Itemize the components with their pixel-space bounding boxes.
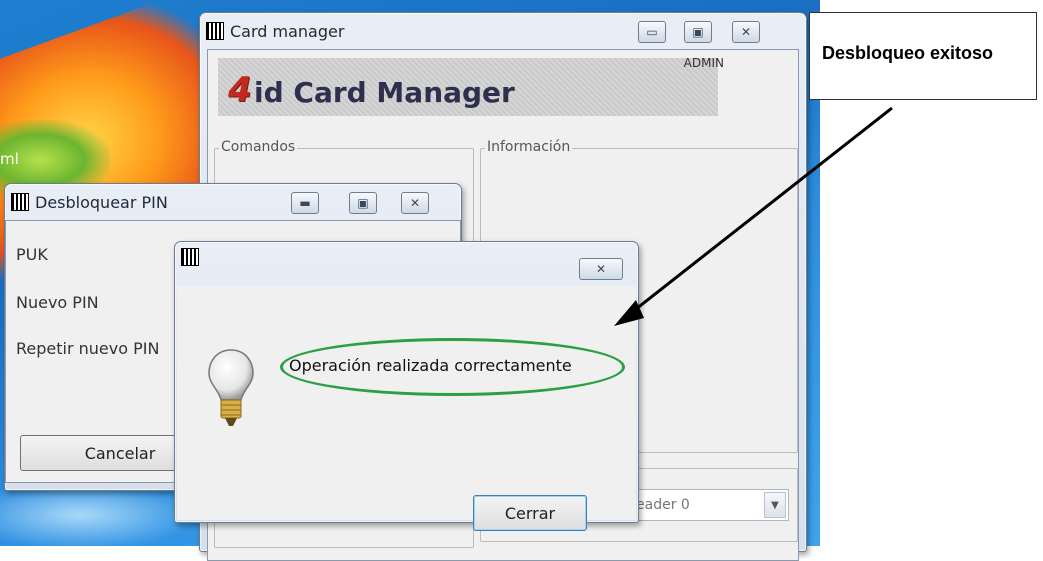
logo-text: id Card Manager (254, 76, 515, 109)
window-title: Desbloquear PIN (35, 192, 168, 212)
close-button[interactable]: ✕ (401, 192, 429, 214)
app-icon (206, 22, 224, 40)
commands-legend: Comandos (219, 139, 298, 155)
app-icon (11, 193, 29, 211)
close-dialog-button-label: Cerrar (504, 503, 556, 523)
close-button[interactable]: ✕ (732, 21, 760, 43)
logo-banner: 4 id Card Manager ADMIN (218, 56, 724, 116)
card-manager-titlebar[interactable]: Card manager (200, 13, 806, 49)
message-titlebar[interactable] (175, 242, 638, 272)
role-label: ADMIN (683, 56, 724, 70)
maximize-icon: ▣ (692, 25, 704, 39)
close-icon: ✕ (409, 196, 421, 210)
close-icon: ✕ (595, 262, 607, 276)
window-title: Card manager (230, 21, 345, 41)
unlock-pin-titlebar[interactable]: Desbloquear PIN (5, 184, 461, 220)
minimize-icon: ▬ (299, 196, 311, 210)
puk-label: PUK (16, 245, 48, 264)
app-icon (181, 248, 199, 266)
callout-text: Desbloqueo exitoso (822, 43, 994, 63)
annotation-callout: Desbloqueo exitoso (809, 12, 1037, 100)
message-client: Operación realizada correctamente Cerrar (177, 286, 636, 531)
close-icon: ✕ (740, 25, 752, 39)
lightbulb-icon (208, 349, 254, 426)
minimize-button[interactable]: ▭ (638, 21, 666, 43)
minimize-button[interactable]: ▬ (291, 192, 319, 214)
chevron-down-icon[interactable]: ▼ (764, 492, 786, 518)
message-text: Operación realizada correctamente (289, 356, 572, 375)
message-dialog: ✕ Operación realizada correctamente Cerr… (174, 241, 639, 531)
maximize-button[interactable]: ▣ (684, 21, 712, 43)
minimize-icon: ▭ (646, 25, 658, 39)
repeat-pin-label: Repetir nuevo PIN (16, 339, 160, 358)
close-dialog-button[interactable]: Cerrar (473, 495, 587, 531)
logo-mark: 4 (228, 70, 252, 110)
new-pin-label: Nuevo PIN (16, 293, 99, 312)
desktop-text-fragment: ml (0, 150, 19, 168)
close-button[interactable]: ✕ (579, 258, 623, 280)
maximize-button[interactable]: ▣ (349, 192, 377, 214)
reader-select-value: eader 0 (636, 497, 690, 513)
maximize-icon: ▣ (357, 196, 369, 210)
cancel-button-label: Cancelar (84, 443, 156, 463)
info-legend: Información (485, 139, 573, 155)
